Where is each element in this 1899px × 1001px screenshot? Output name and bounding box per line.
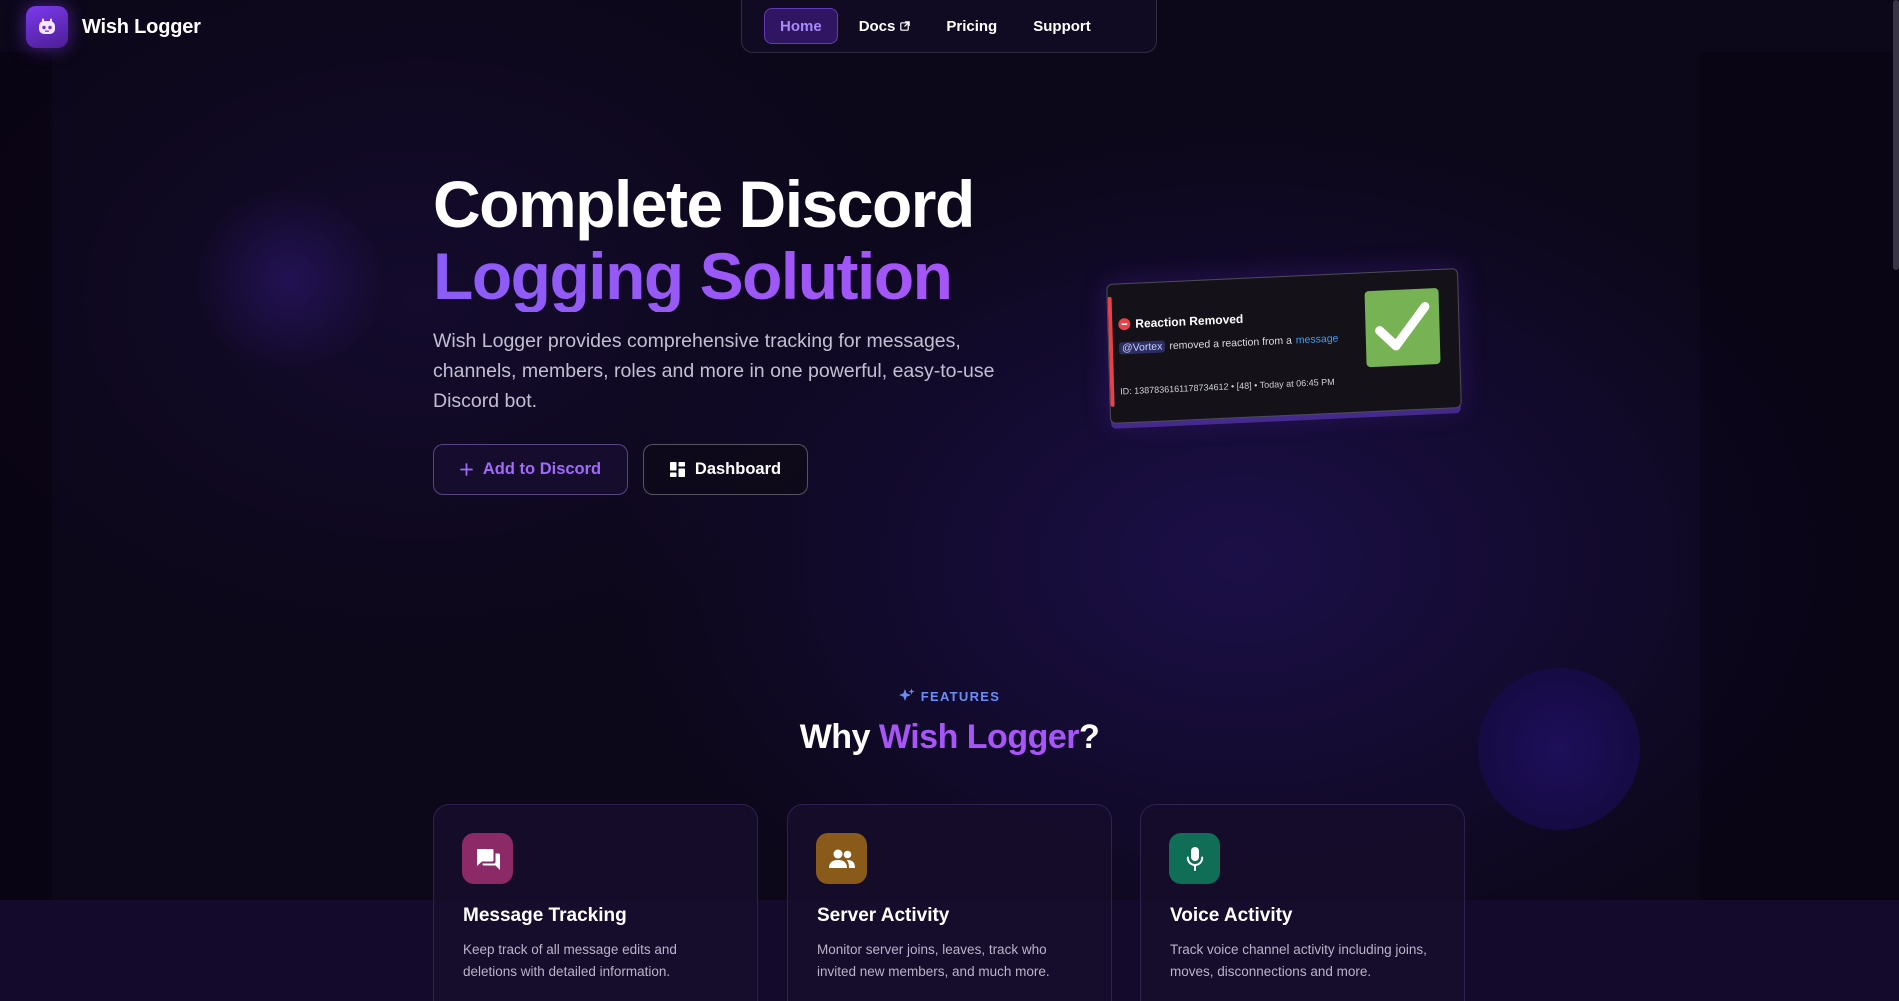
feature-card-title: Server Activity bbox=[817, 905, 950, 926]
chat-bubbles-icon bbox=[462, 833, 513, 884]
top-nav: Home Docs Pricing Support bbox=[741, 0, 1157, 53]
dashboard-button[interactable]: Dashboard bbox=[643, 444, 808, 495]
feature-card-message-tracking[interactable]: Message Tracking Keep track of all messa… bbox=[433, 804, 758, 1001]
no-entry-icon bbox=[1118, 317, 1131, 331]
hero-title-line2: Logging Solution bbox=[433, 240, 974, 312]
embed-action-text: removed a reaction from a bbox=[1169, 334, 1293, 353]
embed-title: Reaction Removed bbox=[1118, 312, 1243, 332]
nav-item-docs[interactable]: Docs bbox=[844, 8, 926, 44]
features-title-prefix: Why bbox=[799, 718, 879, 756]
feature-card-title: Voice Activity bbox=[1170, 905, 1293, 926]
embed-footer: ID: 1387836161178734612 • [48] • Today a… bbox=[1120, 376, 1335, 397]
feature-card-description: Monitor server joins, leaves, track who … bbox=[817, 942, 1050, 979]
check-mark-icon bbox=[1364, 287, 1441, 368]
plus-icon bbox=[459, 463, 473, 476]
dashboard-label: Dashboard bbox=[694, 460, 782, 478]
microphone-icon bbox=[1169, 833, 1220, 884]
features-title: Why Wish Logger? bbox=[0, 718, 1899, 757]
hero-description: Wish Logger provides comprehensive track… bbox=[433, 330, 995, 412]
right-edge-panel bbox=[1700, 52, 1899, 902]
add-to-discord-label: Add to Discord bbox=[482, 460, 602, 478]
features-title-suffix: ? bbox=[1079, 718, 1100, 756]
discord-log-preview: Reaction Removed @Vortex removed a react… bbox=[1106, 268, 1462, 424]
feature-card-title: Message Tracking bbox=[463, 905, 627, 926]
brand-name: Wish Logger bbox=[82, 15, 201, 38]
message-link[interactable]: message bbox=[1296, 333, 1339, 347]
feature-card-description: Keep track of all message edits and dele… bbox=[463, 942, 677, 979]
bot-face-icon bbox=[26, 6, 68, 48]
feature-card-voice-activity[interactable]: Voice Activity Track voice channel activ… bbox=[1140, 804, 1465, 1001]
dashboard-grid-icon bbox=[669, 462, 685, 477]
nav-item-docs-label: Docs bbox=[858, 17, 896, 35]
sparkles-icon bbox=[898, 688, 915, 704]
scrollbar[interactable] bbox=[1893, 0, 1899, 270]
nav-item-home[interactable]: Home bbox=[764, 8, 838, 44]
embed-accent-bar bbox=[1107, 296, 1115, 407]
add-to-discord-button[interactable]: Add to Discord bbox=[433, 444, 628, 495]
left-edge-panel bbox=[0, 52, 52, 902]
embed-body: @Vortex removed a reaction from a messag… bbox=[1118, 333, 1339, 355]
discord-embed-card: Reaction Removed @Vortex removed a react… bbox=[1106, 268, 1462, 424]
feature-card-description: Track voice channel activity including j… bbox=[1170, 942, 1427, 979]
feature-card-server-activity[interactable]: Server Activity Monitor server joins, le… bbox=[787, 804, 1112, 1001]
brand-home-link[interactable]: Wish Logger bbox=[26, 6, 201, 48]
background-orb bbox=[190, 190, 390, 370]
features-eyebrow: FEATURES bbox=[0, 688, 1899, 704]
landing-page: Wish Logger Home Docs Pricing Support Co… bbox=[0, 0, 1899, 1001]
users-icon bbox=[816, 833, 867, 884]
external-link-icon bbox=[900, 21, 911, 31]
features-eyebrow-text: FEATURES bbox=[920, 688, 1001, 704]
hero-title: Complete Discord Logging Solution bbox=[433, 167, 975, 312]
nav-item-support[interactable]: Support bbox=[1018, 8, 1106, 44]
nav-item-pricing[interactable]: Pricing bbox=[931, 8, 1012, 44]
user-mention[interactable]: @Vortex bbox=[1118, 340, 1166, 355]
embed-title-text: Reaction Removed bbox=[1135, 311, 1244, 331]
features-title-accent: Wish Logger bbox=[878, 718, 1080, 756]
hero-title-line1: Complete Discord bbox=[433, 167, 975, 241]
